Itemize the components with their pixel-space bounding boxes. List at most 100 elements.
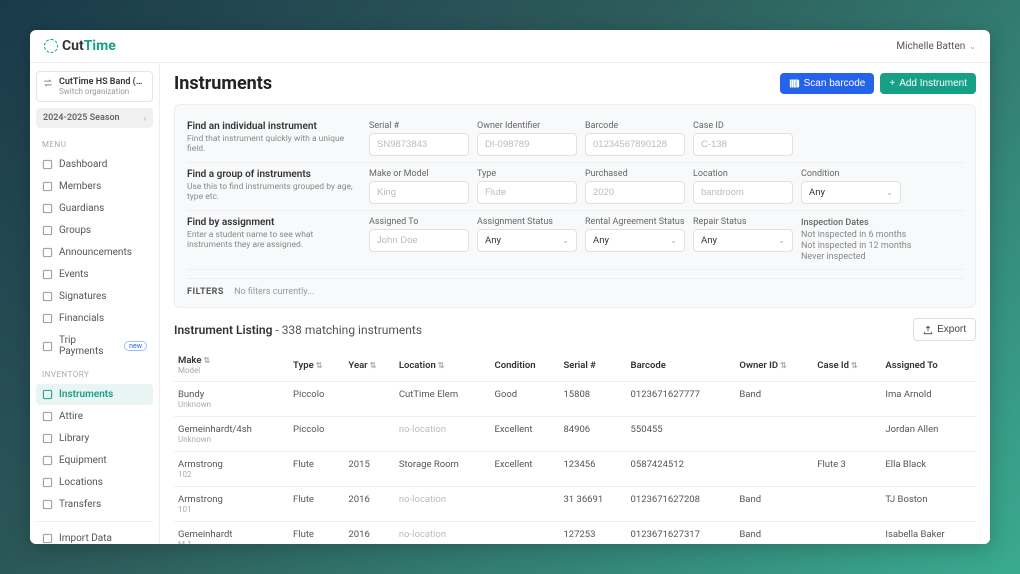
cell-make: BundyUnknown <box>174 382 289 417</box>
cell-barcode: 0123671627208 <box>627 487 736 522</box>
sidebar-item-import-data[interactable]: Import Data <box>36 528 153 544</box>
add-instrument-button[interactable]: + Add Instrument <box>880 73 976 94</box>
col-type[interactable]: Type⇅ <box>289 349 344 382</box>
inspection-option[interactable]: Not inspected in 6 months <box>801 230 911 240</box>
table-row[interactable]: Armstrong101 Flute 2016 no-location 31 3… <box>174 487 976 522</box>
filter-fields: Make or Model Type Purchased Location Co… <box>369 169 963 204</box>
cell-condition <box>490 487 559 522</box>
cell-barcode: 550455 <box>627 417 736 452</box>
table-row[interactable]: BundyUnknown Piccolo CutTime Elem Good 1… <box>174 382 976 417</box>
plus-icon: + <box>889 78 895 89</box>
col-make[interactable]: Make⇅Model <box>174 349 289 382</box>
active-filters-bar: FILTERS No filters currently... <box>187 278 963 297</box>
user-name: Michelle Batten <box>896 41 965 52</box>
assigned-to-input[interactable] <box>369 229 469 252</box>
instruments-table: Make⇅Model Type⇅ Year⇅ Location⇅ Conditi… <box>174 349 976 544</box>
cell-assigned: Isabella Baker <box>881 522 976 545</box>
cell-barcode: 0587424512 <box>627 452 736 487</box>
purchased-input[interactable] <box>585 181 685 204</box>
nav-label: Instruments <box>59 389 113 400</box>
nav-label: Members <box>59 181 101 192</box>
cell-case <box>813 417 881 452</box>
table-row[interactable]: GemeinhardtM-1 Flute 2016 no-location 12… <box>174 522 976 545</box>
cell-condition <box>490 522 559 545</box>
chevron-down-icon: ⌄ <box>969 42 976 51</box>
cell-make: Armstrong101 <box>174 487 289 522</box>
nav-label: Financials <box>59 313 104 324</box>
filter-row-assignment: Find by assignment Enter a student name … <box>187 211 963 270</box>
sidebar-item-groups[interactable]: Groups <box>36 220 153 241</box>
col-year[interactable]: Year⇅ <box>344 349 394 382</box>
repair-status-select[interactable]: Any⌄ <box>693 229 793 252</box>
sidebar-item-library[interactable]: Library <box>36 428 153 449</box>
sidebar-item-signatures[interactable]: Signatures <box>36 286 153 307</box>
col-case[interactable]: Case Id⇅ <box>813 349 881 382</box>
cell-case <box>813 487 881 522</box>
nav-heading-menu: MENU <box>36 136 153 153</box>
sidebar-item-equipment[interactable]: Equipment <box>36 450 153 471</box>
cell-assigned: Jordan Allen <box>881 417 976 452</box>
make-input[interactable] <box>369 181 469 204</box>
sidebar-item-dashboard[interactable]: Dashboard <box>36 154 153 175</box>
location-input[interactable] <box>693 181 793 204</box>
sidebar-item-financials[interactable]: Financials <box>36 308 153 329</box>
sidebar-item-locations[interactable]: Locations <box>36 472 153 493</box>
nav-heading-inventory: INVENTORY <box>36 366 153 383</box>
sidebar-item-guardians[interactable]: Guardians <box>36 198 153 219</box>
type-input[interactable] <box>477 181 577 204</box>
sidebar-item-attire[interactable]: Attire <box>36 406 153 427</box>
table-row[interactable]: Gemeinhardt/4shUnknown Piccolo no-locati… <box>174 417 976 452</box>
sidebar-item-transfers[interactable]: Transfers <box>36 494 153 515</box>
type-label: Type <box>477 169 577 179</box>
serial-input[interactable] <box>369 133 469 156</box>
assignment-status-select[interactable]: Any⌄ <box>477 229 577 252</box>
inspection-option[interactable]: Never inspected <box>801 252 911 262</box>
scan-barcode-button[interactable]: Scan barcode <box>780 73 875 94</box>
barcode-icon <box>789 78 800 89</box>
cell-make: Armstrong102 <box>174 452 289 487</box>
inspection-option[interactable]: Not inspected in 12 months <box>801 241 911 251</box>
sidebar-item-trip-payments[interactable]: Trip Paymentsnew <box>36 330 153 362</box>
col-owner[interactable]: Owner ID⇅ <box>735 349 813 382</box>
export-icon <box>923 325 933 335</box>
cell-type: Piccolo <box>289 417 344 452</box>
user-menu[interactable]: Michelle Batten ⌄ <box>896 41 976 52</box>
cell-type: Flute <box>289 487 344 522</box>
col-location[interactable]: Location⇅ <box>395 349 491 382</box>
nav-label: Locations <box>59 477 103 488</box>
rental-status-select[interactable]: Any⌄ <box>585 229 685 252</box>
condition-select[interactable]: Any⌄ <box>801 181 901 204</box>
col-serial: Serial # <box>559 349 626 382</box>
logo-icon <box>44 39 58 53</box>
cell-serial: 123456 <box>559 452 626 487</box>
brand-pre: Cut <box>62 38 84 54</box>
owner-id-input[interactable] <box>477 133 577 156</box>
cell-type: Flute <box>289 452 344 487</box>
cell-make: GemeinhardtM-1 <box>174 522 289 545</box>
table-row[interactable]: Armstrong102 Flute 2015 Storage Room Exc… <box>174 452 976 487</box>
nav-label: Trip Payments <box>59 335 116 357</box>
inspection-title: Inspection Dates <box>801 218 911 228</box>
export-button[interactable]: Export <box>913 318 976 341</box>
barcode-input[interactable] <box>585 133 685 156</box>
sidebar-item-events[interactable]: Events <box>36 264 153 285</box>
nav-label: Library <box>59 433 89 444</box>
season-selector[interactable]: 2024-2025 Season › <box>36 108 153 128</box>
scan-label: Scan barcode <box>804 78 866 89</box>
org-switcher[interactable]: CutTime HS Band (pro... Switch organizat… <box>36 71 153 102</box>
listing-title: Instrument Listing - 338 matching instru… <box>174 323 422 337</box>
cell-year: 2016 <box>344 487 394 522</box>
filter-fields: Assigned To Assignment StatusAny⌄ Rental… <box>369 217 963 263</box>
chevron-down-icon: ⌄ <box>778 236 785 245</box>
col-condition: Condition <box>490 349 559 382</box>
cell-owner: Band <box>735 522 813 545</box>
sidebar-item-announcements[interactable]: Announcements <box>36 242 153 263</box>
cell-owner <box>735 417 813 452</box>
cell-owner: Band <box>735 487 813 522</box>
case-id-input[interactable] <box>693 133 793 156</box>
sidebar-item-members[interactable]: Members <box>36 176 153 197</box>
cell-type: Flute <box>289 522 344 545</box>
sort-icon: ⇅ <box>438 361 445 370</box>
logo[interactable]: CutTime <box>44 38 116 54</box>
sidebar-item-instruments[interactable]: Instruments <box>36 384 153 405</box>
